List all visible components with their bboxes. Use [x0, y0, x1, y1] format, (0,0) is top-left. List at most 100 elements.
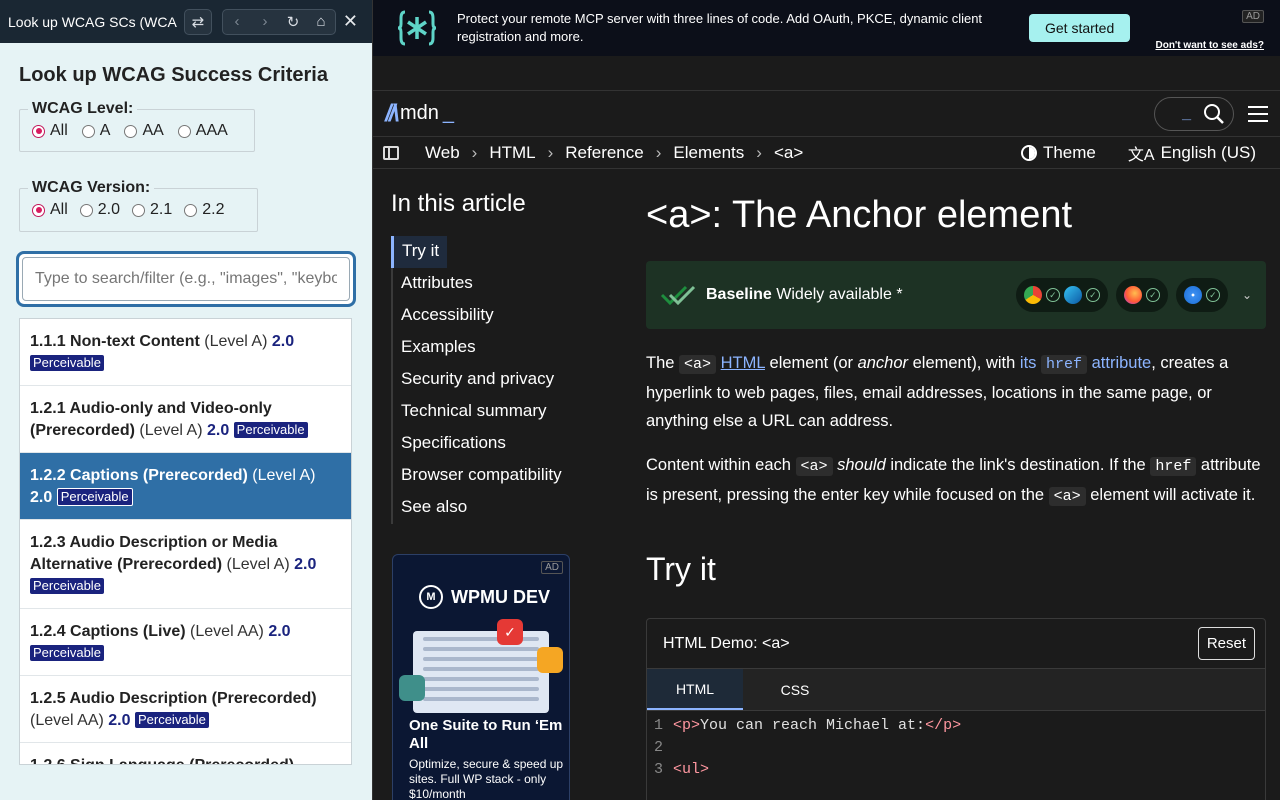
- principle-badge: Perceivable: [30, 645, 104, 661]
- list-item-selected[interactable]: 1.2.2 Captions (Prerecorded) (Level A) 2.…: [20, 453, 351, 520]
- menu-icon[interactable]: [1248, 105, 1268, 122]
- breadcrumb-elements[interactable]: Elements: [673, 143, 744, 163]
- top-ad-banner[interactable]: Protect your remote MCP server with thre…: [373, 0, 1280, 56]
- table-of-contents: In this article Try it Attributes Access…: [391, 190, 591, 524]
- ad-logo-icon: [397, 10, 437, 46]
- toc-item-see-also[interactable]: See also: [393, 492, 591, 524]
- toc-item-security[interactable]: Security and privacy: [393, 364, 591, 396]
- radio-dot[interactable]: [184, 203, 198, 217]
- list-item[interactable]: 1.2.3 Audio Description or Media Alterna…: [20, 520, 351, 609]
- header-spacer: [373, 56, 1280, 91]
- toc-item-accessibility[interactable]: Accessibility: [393, 300, 591, 332]
- radio-dot[interactable]: [79, 203, 93, 217]
- chrome-icon: [1023, 286, 1042, 304]
- baseline-banner[interactable]: Baseline Widely available * ✓ ✓ ✓ ✓ ⌄: [646, 261, 1266, 329]
- chevron-down-icon[interactable]: ⌄: [1242, 288, 1252, 302]
- site-search-button[interactable]: _: [1154, 96, 1234, 131]
- forward-icon[interactable]: ›: [251, 10, 279, 34]
- content-paragraph: Content within each <a> should indicate …: [646, 456, 1261, 506]
- chromium-support: ✓ ✓: [1015, 278, 1108, 312]
- edge-icon: [1063, 286, 1082, 304]
- list-item[interactable]: 1.2.1 Audio-only and Video-only (Prereco…: [20, 386, 351, 453]
- breadcrumb-reference[interactable]: Reference: [565, 143, 643, 163]
- radio-dot[interactable]: [177, 124, 191, 138]
- list-item[interactable]: 1.1.1 Non-text Content (Level A) 2.0 Perc…: [20, 319, 351, 386]
- demo-header: HTML Demo: <a> Reset: [647, 619, 1265, 669]
- theme-button[interactable]: Theme: [1020, 143, 1096, 163]
- check-icon: ✓: [1205, 288, 1220, 302]
- cursor-icon: _: [1182, 104, 1191, 122]
- breadcrumb-current: <a>: [773, 142, 804, 162]
- breadcrumb-web[interactable]: Web: [425, 143, 460, 163]
- version-radio-all[interactable]: All: [32, 201, 68, 219]
- language-button[interactable]: 文A English (US): [1128, 141, 1256, 165]
- level-radio-all[interactable]: All: [32, 122, 68, 140]
- tab-css[interactable]: CSS: [747, 669, 843, 710]
- breadcrumb: Web › HTML › Reference › Elements › <a> Them…: [373, 137, 1280, 169]
- toc-item-technical-summary[interactable]: Technical summary: [393, 396, 591, 428]
- wcag-version-group: WCAG Version: All 2.0 2.1 2.2: [19, 179, 258, 232]
- version-radio-2-1[interactable]: 2.1: [132, 201, 172, 219]
- radio-dot[interactable]: [32, 124, 45, 138]
- home-icon[interactable]: ⌂: [307, 10, 335, 34]
- level-radio-aaa[interactable]: AAA: [177, 122, 228, 140]
- principle-badge: Perceivable: [134, 712, 209, 728]
- href-attribute-link[interactable]: its href attribute: [1020, 354, 1151, 374]
- radio-dot[interactable]: [81, 124, 95, 138]
- hide-ads-link[interactable]: Don't want to see ads?: [1155, 40, 1264, 51]
- list-item[interactable]: 1.2.6 Sign Language (Prerecorded): [20, 743, 351, 764]
- radio-dot[interactable]: [132, 203, 146, 217]
- ad-body: Optimize, secure & speed up sites. Full …: [409, 757, 564, 800]
- list-item[interactable]: 1.2.4 Captions (Live) (Level AA) 2.0 Perc…: [20, 609, 351, 676]
- intro-paragraph: The <a> HTML element (or anchor element)…: [646, 354, 1229, 430]
- tab-html[interactable]: HTML: [647, 669, 743, 710]
- principle-badge: Perceivable: [30, 578, 104, 594]
- wcag-version-legend: WCAG Version:: [32, 179, 151, 196]
- panel-switch-icon[interactable]: ⇄: [184, 8, 212, 35]
- version-radio-2-0[interactable]: 2.0: [79, 201, 120, 219]
- sidebar-toggle-icon[interactable]: [383, 145, 399, 160]
- wcag-level-group: WCAG Level: All A AA AAA: [19, 100, 255, 152]
- close-icon[interactable]: ✕: [343, 11, 358, 32]
- chevron-right-icon: ›: [547, 142, 554, 162]
- principle-badge: Perceivable: [233, 422, 308, 438]
- list-item[interactable]: 1.2.5 Audio Description (Prerecorded) (Le…: [20, 676, 351, 743]
- toc-item-specifications[interactable]: Specifications: [393, 428, 591, 460]
- headset-icon: [537, 647, 563, 673]
- translate-icon: 文A: [1127, 146, 1155, 164]
- demo-title: HTML Demo: <a>: [663, 634, 790, 652]
- back-icon[interactable]: ‹: [223, 10, 251, 34]
- code-editor[interactable]: 1 <p> You can reach Michael at: </p> 2 3 <ul…: [647, 711, 1265, 783]
- radio-dot[interactable]: [124, 124, 138, 138]
- reload-icon[interactable]: ↻: [279, 10, 307, 34]
- sidebar-ad[interactable]: AD M WPMU DEV ✓ One Suite to Run ‘Em All…: [392, 554, 570, 800]
- search-input[interactable]: [22, 257, 350, 301]
- success-criteria-list[interactable]: 1.1.1 Non-text Content (Level A) 2.0 Perc…: [19, 318, 352, 765]
- baseline-check-icon: [660, 285, 696, 306]
- toc-item-try-it[interactable]: Try it: [391, 236, 447, 268]
- search-icon: [1204, 103, 1224, 124]
- radio-dot[interactable]: [32, 203, 45, 217]
- toc-item-attributes[interactable]: Attributes: [393, 268, 591, 300]
- mdn-logo[interactable]: //\ mdn _: [385, 100, 454, 128]
- code-line: 3 <ul>: [653, 761, 710, 778]
- principle-badge: Perceivable: [56, 488, 133, 506]
- toc-item-browser-compat[interactable]: Browser compatibility: [393, 460, 591, 492]
- get-started-button[interactable]: Get started: [1029, 14, 1131, 42]
- safari-icon: [1183, 286, 1202, 304]
- html-link[interactable]: HTML: [721, 354, 765, 372]
- ad-illustration: ✓: [399, 619, 563, 713]
- chevron-right-icon: ›: [655, 142, 662, 162]
- toc-item-examples[interactable]: Examples: [393, 332, 591, 364]
- firefox-icon: [1123, 286, 1142, 304]
- panel-tab-title: Look up WCAG SCs (WCA...: [8, 13, 178, 30]
- version-radio-2-2[interactable]: 2.2: [184, 201, 225, 219]
- article-content: <a>: The Anchor element Baseline Widely …: [646, 190, 1266, 800]
- level-radio-a[interactable]: A: [81, 122, 110, 140]
- safari-support: ✓: [1175, 278, 1228, 312]
- panel-nav-group: ‹ › ↻ ⌂: [222, 8, 336, 35]
- principle-badge: Perceivable: [30, 355, 104, 371]
- breadcrumb-html[interactable]: HTML: [489, 143, 535, 163]
- level-radio-aa[interactable]: AA: [124, 122, 164, 140]
- reset-button[interactable]: Reset: [1197, 627, 1255, 660]
